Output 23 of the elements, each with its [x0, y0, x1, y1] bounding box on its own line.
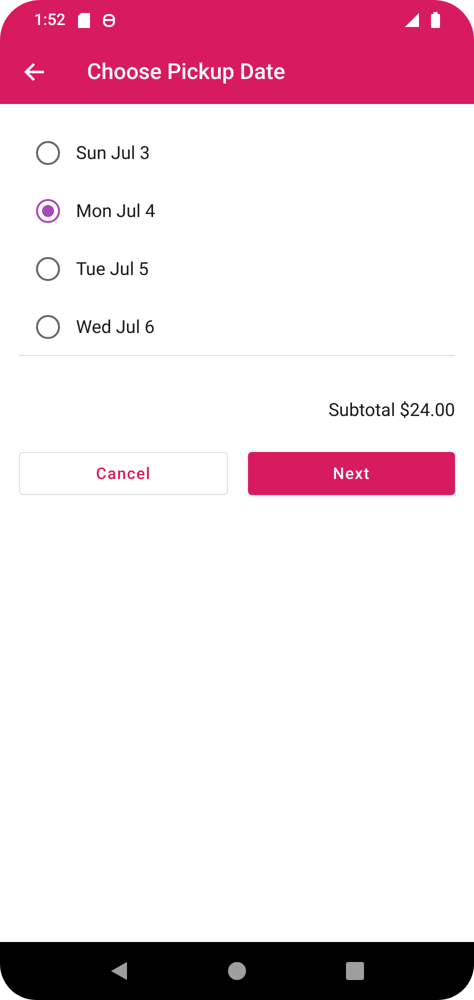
back-arrow-icon — [23, 62, 45, 82]
sd-card-icon — [78, 12, 90, 28]
screen-title: Choose Pickup Date — [87, 58, 286, 86]
radio-option[interactable]: Sun Jul 3 — [19, 124, 455, 182]
option-label: Wed Jul 6 — [76, 316, 155, 340]
status-time: 1:52 — [34, 9, 66, 31]
option-label: Tue Jul 5 — [76, 258, 149, 282]
radio-button[interactable] — [36, 315, 60, 339]
radio-button[interactable] — [36, 141, 60, 165]
radio-option[interactable]: Wed Jul 6 — [19, 298, 455, 356]
subtotal-text: Subtotal $24.00 — [328, 399, 455, 423]
signal-icon — [405, 13, 419, 27]
back-icon[interactable] — [110, 961, 128, 981]
option-label: Sun Jul 3 — [76, 142, 150, 166]
home-icon[interactable] — [228, 962, 246, 980]
radio-option[interactable]: Mon Jul 4 — [19, 182, 455, 240]
radio-option[interactable]: Tue Jul 5 — [19, 240, 455, 298]
cancel-button[interactable]: Cancel — [19, 452, 228, 495]
battery-icon — [431, 12, 440, 28]
option-label: Mon Jul 4 — [76, 200, 156, 224]
radio-button[interactable] — [36, 257, 60, 281]
next-button[interactable]: Next — [248, 452, 455, 495]
radio-button[interactable] — [36, 199, 60, 223]
